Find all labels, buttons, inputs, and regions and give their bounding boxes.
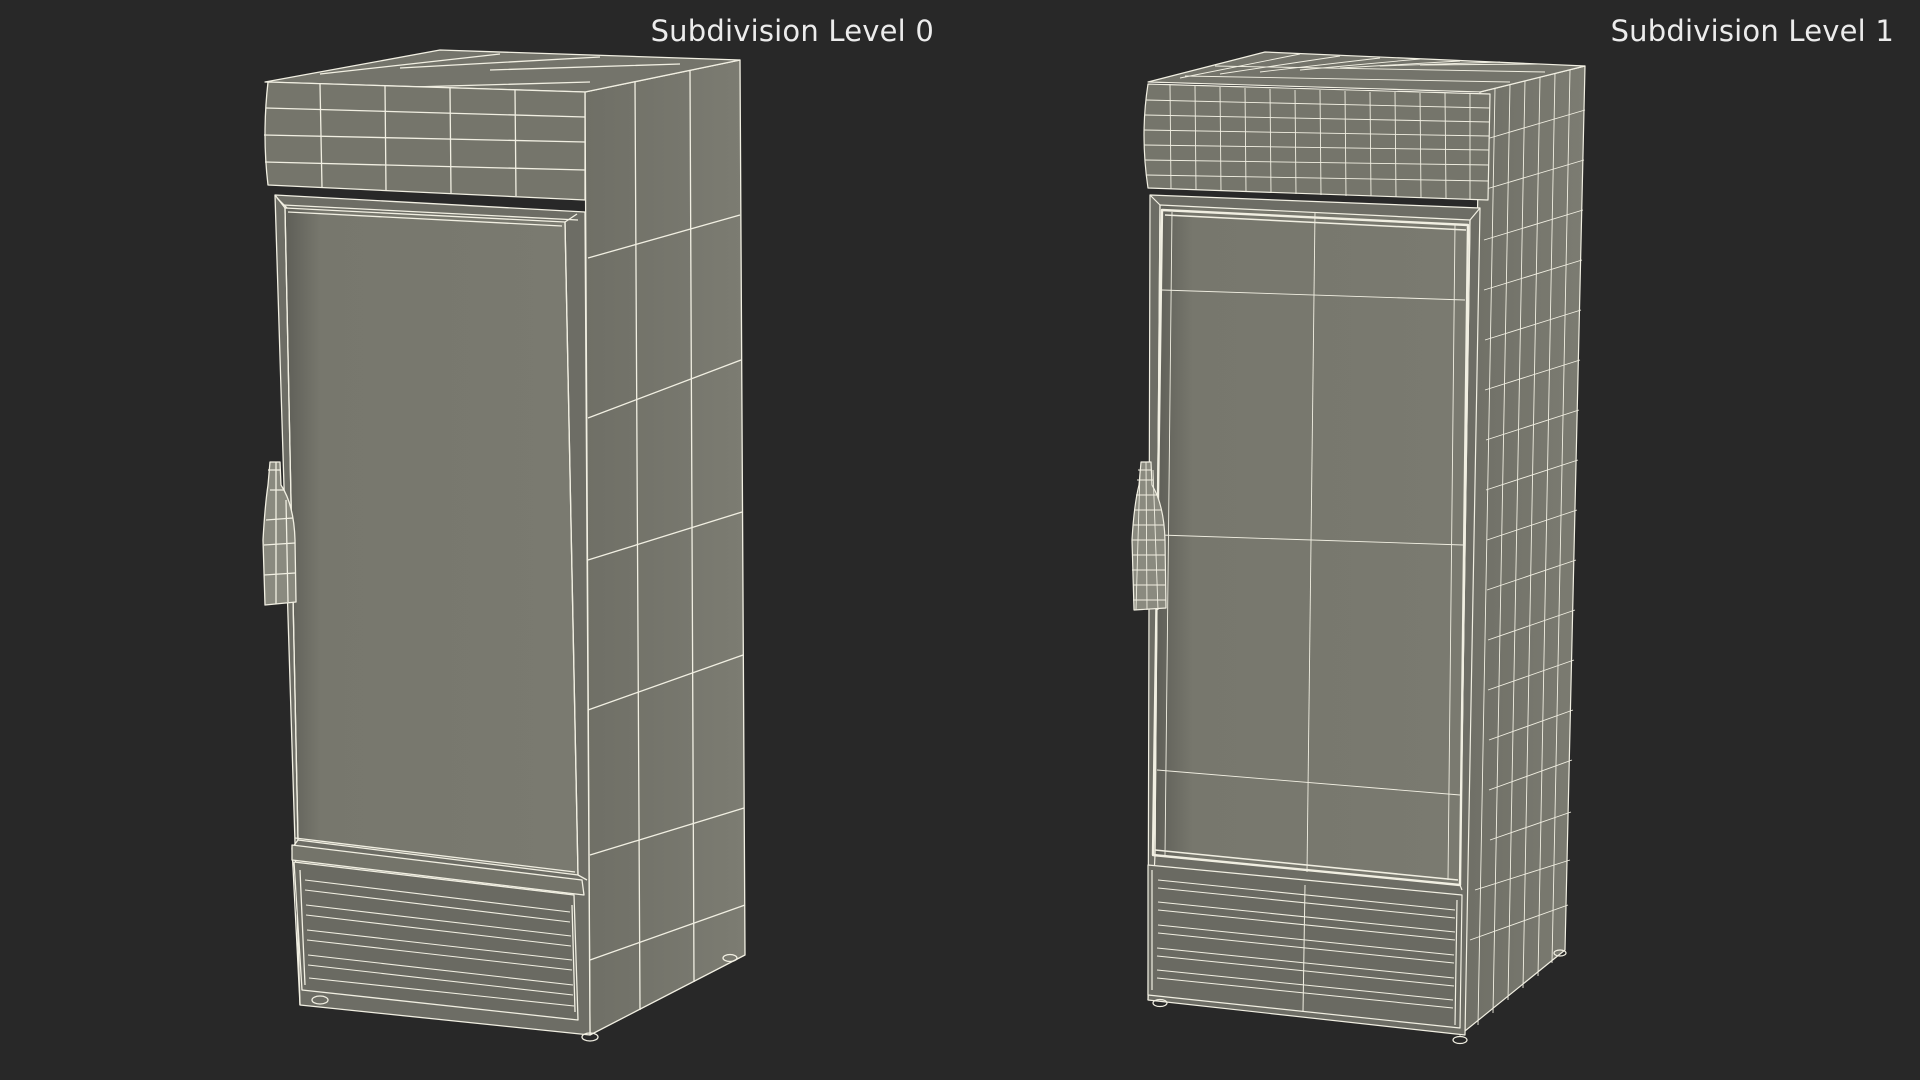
fridge-model-level-1 bbox=[1131, 51, 1586, 1045]
subdivision-level-0-label: Subdivision Level 0 bbox=[650, 14, 934, 48]
render-viewport: Subdivision Level 0 Subdivision Level 1 bbox=[0, 0, 1920, 1080]
fridge-renders bbox=[262, 49, 1586, 1045]
fridge-model-level-0 bbox=[262, 49, 746, 1042]
subdivision-level-1-label: Subdivision Level 1 bbox=[1610, 14, 1894, 48]
